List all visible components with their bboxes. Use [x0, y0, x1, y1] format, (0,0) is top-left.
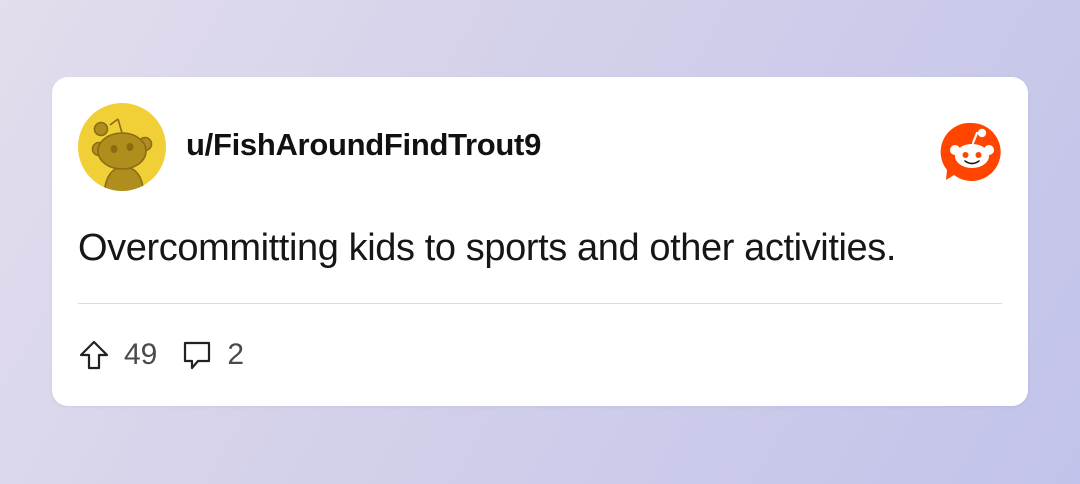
- upvote-button[interactable]: 49: [78, 338, 157, 372]
- post-username[interactable]: u/FishAroundFindTrout9: [186, 127, 541, 163]
- divider: [78, 303, 1002, 304]
- reddit-logo: [940, 120, 1004, 184]
- comments-button[interactable]: 2: [181, 338, 244, 372]
- post-card: u/FishAroundFindTrout9 Overcommitting ki…: [52, 77, 1028, 406]
- snoo-avatar-icon: [91, 118, 153, 191]
- upvote-count: 49: [124, 338, 158, 371]
- upvote-arrow-icon: [79, 340, 109, 370]
- reddit-logo-icon: [940, 122, 1001, 181]
- comment-count: 2: [227, 338, 245, 371]
- post-body-text: Overcommitting kids to sports and other …: [78, 227, 897, 269]
- comment-bubble-icon: [184, 341, 211, 370]
- post-actions: 49 2: [78, 337, 244, 373]
- user-avatar[interactable]: [78, 103, 166, 191]
